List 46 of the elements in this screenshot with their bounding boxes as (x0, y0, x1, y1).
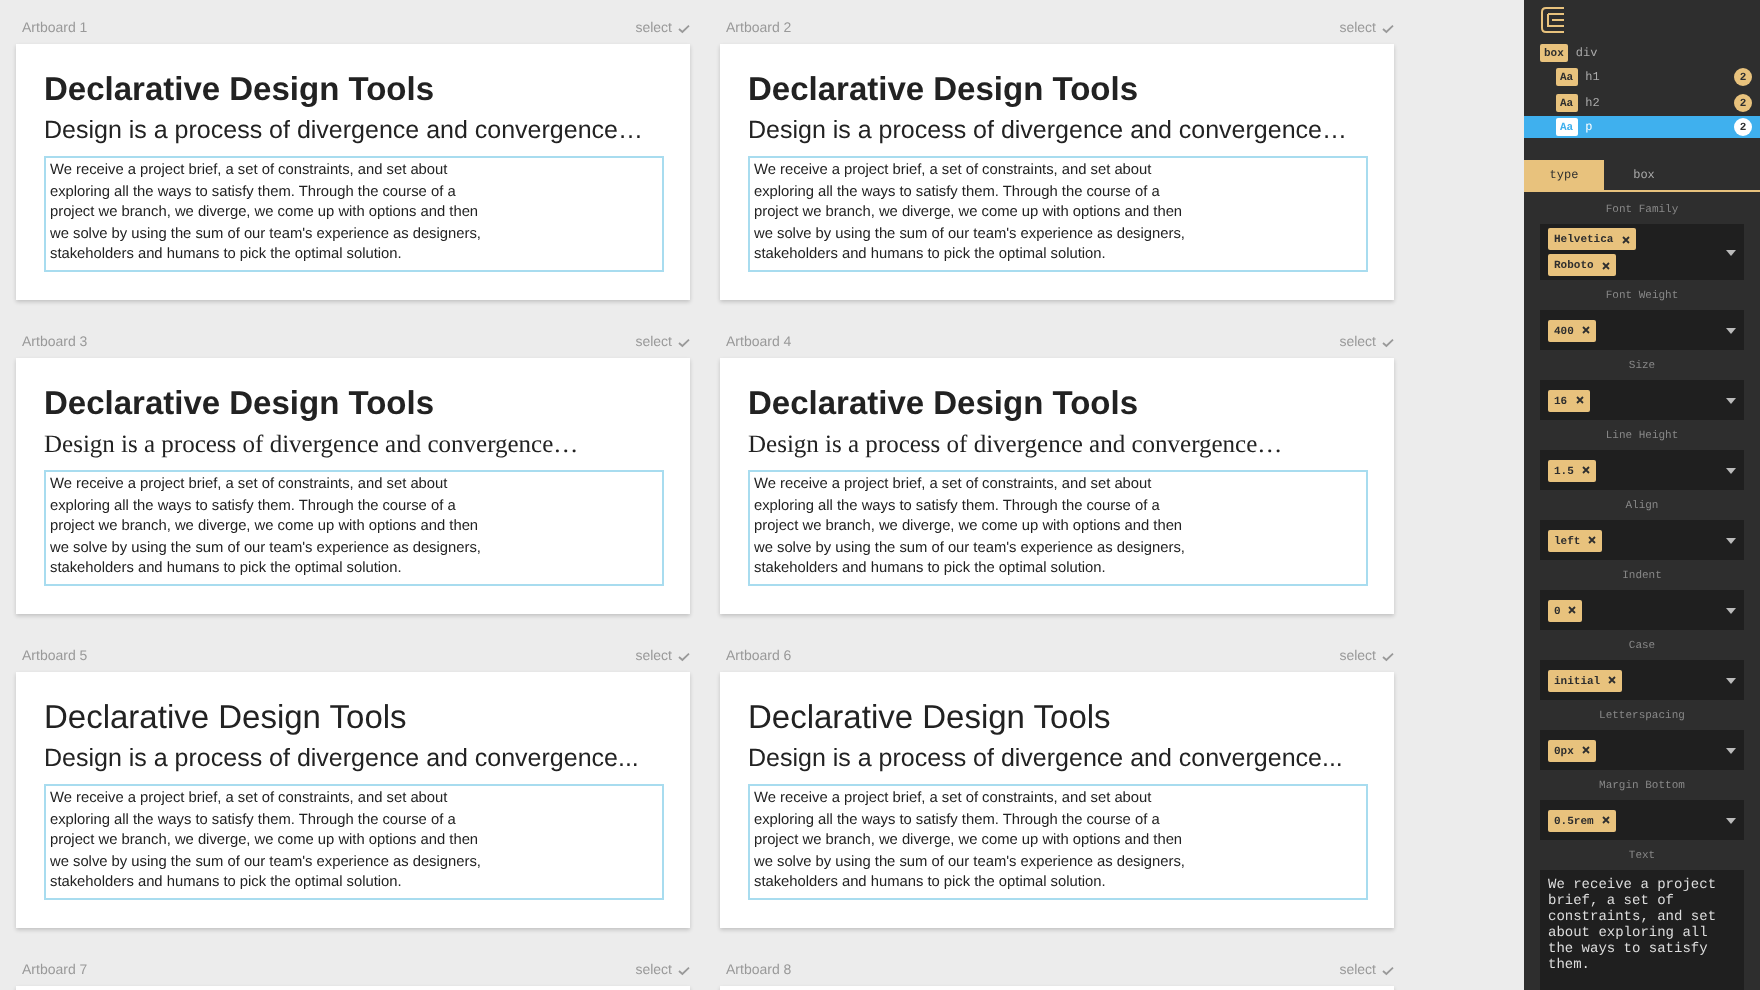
artboard-subtitle: Design is a process of divergence and convergence... (44, 742, 639, 776)
artboard-title: Declarative Design Tools (44, 698, 407, 740)
remove-icon[interactable] (1581, 746, 1590, 754)
remove-icon[interactable] (1601, 816, 1610, 824)
artboard-subtitle: Design is a process of divergence and convergence… (748, 428, 1283, 462)
artboard-title: Declarative Design Tools (748, 384, 1139, 426)
selected-paragraph-frame[interactable] (44, 470, 664, 585)
artboard-title: Declarative Design Tools (44, 70, 435, 112)
remove-icon[interactable] (1608, 676, 1617, 684)
caret-icon (1726, 537, 1736, 543)
logo-icon (1540, 6, 1568, 35)
caret-icon (1726, 677, 1736, 683)
selected-paragraph-frame[interactable] (748, 156, 1368, 271)
artboard-title: Declarative Design Tools (748, 698, 1111, 740)
check-icon (1382, 965, 1394, 975)
artboard-title: Declarative Design Tools (748, 70, 1139, 112)
caret-icon (1726, 817, 1736, 823)
caret-icon (1726, 607, 1736, 613)
caret-icon (1726, 327, 1736, 333)
remove-icon[interactable] (1588, 536, 1597, 544)
artboard-title: Declarative Design Tools (44, 384, 435, 426)
remove-icon[interactable] (1621, 235, 1630, 243)
caret-icon (1726, 467, 1736, 473)
artboard-subtitle: Design is a process of divergence and convergence… (748, 114, 1347, 148)
remove-icon[interactable] (1581, 466, 1590, 474)
check-icon (678, 651, 690, 661)
selected-paragraph-frame[interactable] (44, 156, 664, 271)
caret-icon (1726, 747, 1736, 753)
artboard-subtitle: Design is a process of divergence and convergence… (44, 114, 643, 148)
remove-icon[interactable] (1581, 326, 1590, 334)
artboard-subtitle: Design is a process of divergence and convergence... (748, 742, 1343, 776)
selected-paragraph-frame[interactable] (748, 784, 1368, 899)
caret-icon (1726, 397, 1736, 403)
remove-icon[interactable] (1575, 396, 1584, 404)
check-icon (1382, 651, 1394, 661)
selected-paragraph-frame[interactable] (44, 784, 664, 899)
check-icon (1382, 23, 1394, 33)
check-icon (678, 337, 690, 347)
check-icon (678, 965, 690, 975)
remove-icon[interactable] (1568, 606, 1577, 614)
selected-paragraph-frame[interactable] (748, 470, 1368, 585)
check-icon (678, 23, 690, 33)
caret-icon (1726, 249, 1736, 255)
check-icon (1382, 337, 1394, 347)
remove-icon[interactable] (1601, 261, 1610, 269)
artboard-subtitle: Design is a process of divergence and convergence… (44, 428, 579, 462)
